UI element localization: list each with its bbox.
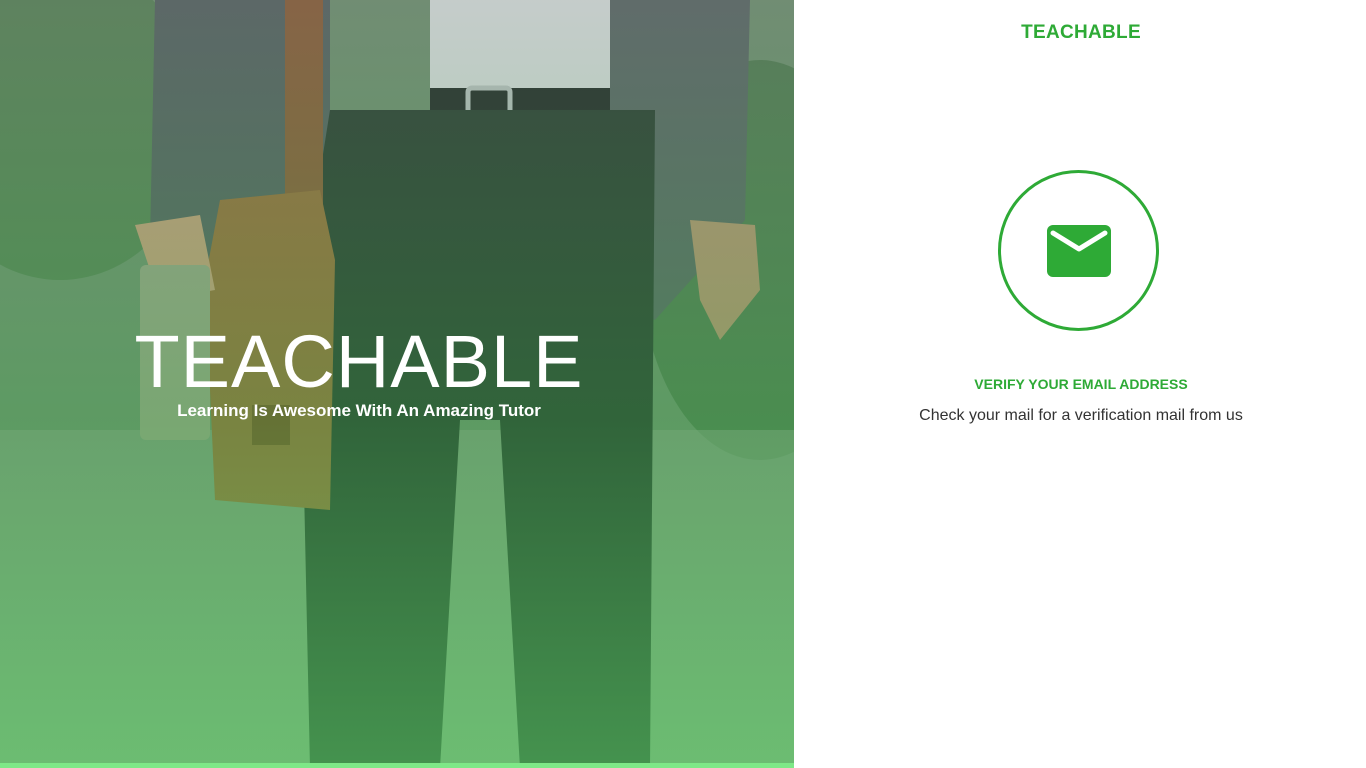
verify-email-message: Check your mail for a verification mail … <box>919 407 1243 424</box>
mail-icon-circle <box>998 170 1159 331</box>
verify-email-title: VERIFY YOUR EMAIL ADDRESS <box>974 376 1188 392</box>
brand-logo-text[interactable]: TEACHABLE <box>794 22 1366 44</box>
hero-title: TEACHABLE <box>134 320 584 403</box>
verify-panel: TEACHABLE VERIFY YOUR EMAIL ADDRESS Chec… <box>794 0 1366 768</box>
hero-tagline: Learning Is Awesome With An Amazing Tuto… <box>177 401 541 420</box>
envelope-icon <box>1046 224 1111 277</box>
hero-panel: TEACHABLE Learning Is Awesome With An Am… <box>0 0 794 768</box>
hero-bottom-bar <box>0 763 794 768</box>
verify-email-page: TEACHABLE Learning Is Awesome With An Am… <box>0 0 1366 768</box>
hero-text-block: TEACHABLE Learning Is Awesome With An Am… <box>0 322 794 421</box>
